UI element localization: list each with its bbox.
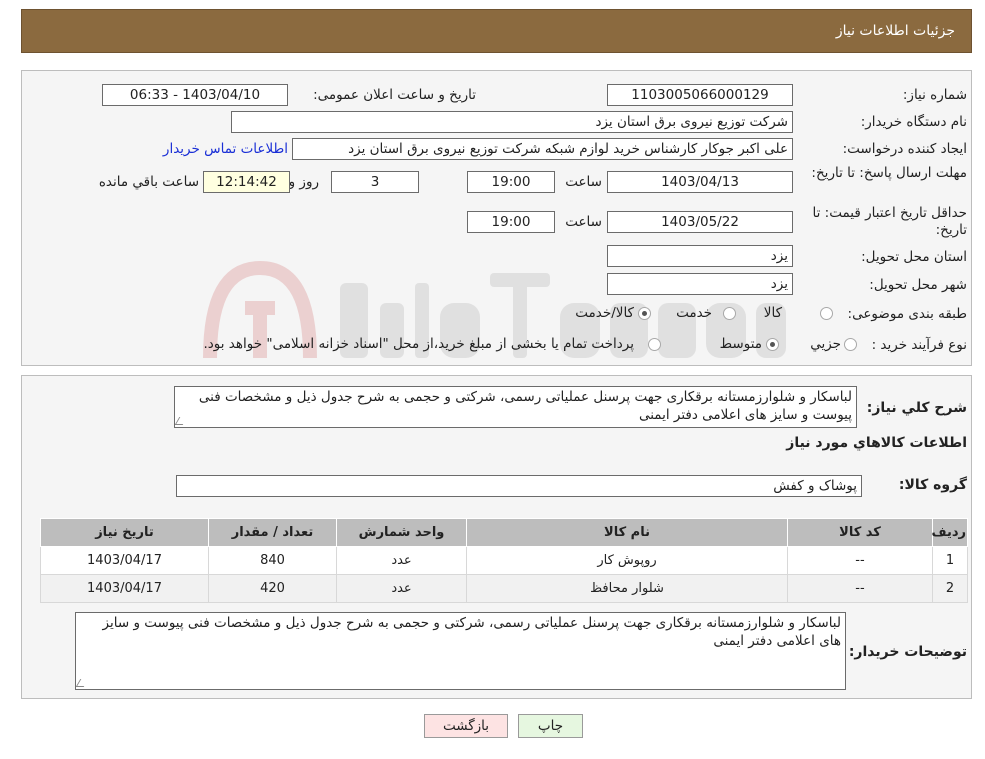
buyer-contact-link[interactable]: اطلاعات تماس خریدار (163, 141, 288, 157)
reply-time-label: ساعت (565, 174, 602, 190)
cell-quantity: 420 (208, 574, 337, 603)
cell-row-number: 1 (932, 546, 968, 575)
days-remaining-field[interactable]: 3 (331, 171, 419, 193)
table-header-row: ردیف کد کالا نام کالا واحد شمارش تعداد /… (40, 518, 968, 547)
cell-need-date: 1403/04/17 (40, 546, 209, 575)
category-option-goods: کالا (763, 305, 782, 321)
need-number-field[interactable]: 1103005066000129 (607, 84, 793, 106)
creator-label: ایجاد کننده درخواست: (842, 141, 967, 157)
cell-unit: عدد (336, 546, 467, 575)
header-item-name: نام کالا (466, 518, 788, 547)
buyer-org-field[interactable]: شرکت توزیع نیروی برق استان یزد (231, 111, 793, 133)
announce-date-label: تاریخ و ساعت اعلان عمومی: (313, 87, 476, 103)
goods-group-field[interactable]: پوشاک و کفش (176, 475, 862, 497)
buyer-notes-label: توضیحات خریدار: (848, 644, 967, 660)
summary-textarea[interactable]: لباسکار و شلوارزمستانه برقکاری جهت پرسنل… (174, 386, 857, 428)
remaining-time-field: 12:14:42 (203, 171, 290, 193)
summary-text: لباسکار و شلوارزمستانه برقکاری جهت پرسنل… (198, 389, 852, 423)
validity-time-field[interactable]: 19:00 (467, 211, 555, 233)
print-button[interactable]: چاپ (518, 714, 583, 738)
header-item-code: کد کالا (787, 518, 933, 547)
reply-deadline-label: مهلت ارسال پاسخ: تا تاریخ: (811, 165, 967, 181)
process-type-label: نوع فرآیند خرید : (871, 337, 967, 353)
need-number-label: شماره نیاز: (902, 87, 967, 103)
process-option-medium: متوسط (719, 336, 762, 352)
cell-item-code: -- (787, 574, 933, 603)
category-radio-service[interactable] (723, 307, 736, 320)
goods-table: ردیف کد کالا نام کالا واحد شمارش تعداد /… (40, 518, 968, 603)
header-row-number: ردیف (931, 518, 968, 547)
announce-date-field[interactable]: 1403/04/10 - 06:33 (102, 84, 288, 106)
back-button[interactable]: بازگشت (424, 714, 508, 738)
buyer-org-label: نام دستگاه خریدار: (860, 114, 967, 130)
province-label: استان محل تحویل: (861, 249, 967, 265)
creator-field[interactable]: علی اکبر جوکار کارشناس خرید لوازم شبکه ش… (292, 138, 793, 160)
cell-item-name: روپوش کار (466, 546, 788, 575)
category-option-service: خدمت (676, 305, 712, 321)
cell-item-code: -- (787, 546, 933, 575)
resize-grip-icon[interactable] (76, 679, 89, 687)
category-option-goods-service: کالا/خدمت (575, 305, 634, 321)
table-row: 2 -- شلوار محافظ عدد 420 1403/04/17 (40, 574, 968, 603)
reply-time-field[interactable]: 19:00 (467, 171, 555, 193)
cell-item-name: شلوار محافظ (466, 574, 788, 603)
category-label: طبقه بندی موضوعی: (847, 306, 967, 322)
cell-row-number: 2 (932, 574, 968, 603)
buyer-notes-textarea[interactable]: لباسکار و شلوارزمستانه برقکاری جهت پرسنل… (75, 612, 846, 690)
page-title: جزئیات اطلاعات نیاز (835, 23, 955, 39)
summary-label: شرح كلي نياز: (866, 400, 967, 416)
city-field[interactable]: یزد (607, 273, 793, 295)
remaining-time-label: ساعت باقي مانده (98, 174, 199, 190)
cell-quantity: 840 (208, 546, 337, 575)
table-row: 1 -- روپوش کار عدد 840 1403/04/17 (40, 546, 968, 575)
header-quantity: تعداد / مقدار (208, 518, 337, 547)
city-label: شهر محل تحویل: (869, 277, 967, 293)
process-option-minor: جزيي (810, 336, 841, 352)
goods-info-title: اطلاعات كالاهاي مورد نياز (786, 435, 967, 451)
validity-time-label: ساعت (565, 214, 602, 230)
treasury-payment-note: پرداخت تمام یا بخشی از مبلغ خرید،از محل … (203, 336, 634, 352)
days-label: روز و (288, 174, 319, 190)
province-field[interactable]: یزد (607, 245, 793, 267)
header-need-date: تاریخ نیاز (40, 518, 209, 547)
price-validity-label: حداقل تاريخ اعتبار قیمت: تا تاریخ: (812, 205, 967, 238)
resize-grip-icon[interactable] (175, 417, 188, 425)
buyer-notes-text: لباسکار و شلوارزمستانه برقکاری جهت پرسنل… (102, 615, 841, 649)
page-header: جزئیات اطلاعات نیاز (21, 9, 972, 53)
header-unit: واحد شمارش (336, 518, 467, 547)
cell-need-date: 1403/04/17 (40, 574, 209, 603)
process-radio-minor[interactable] (844, 338, 857, 351)
category-radio-goods-service[interactable] (638, 307, 651, 320)
category-radio-goods[interactable] (820, 307, 833, 320)
cell-unit: عدد (336, 574, 467, 603)
treasury-payment-checkbox[interactable] (648, 338, 661, 351)
validity-date-field[interactable]: 1403/05/22 (607, 211, 793, 233)
process-radio-medium[interactable] (766, 338, 779, 351)
reply-date-field[interactable]: 1403/04/13 (607, 171, 793, 193)
goods-group-label: گروه کالا: (898, 477, 967, 493)
